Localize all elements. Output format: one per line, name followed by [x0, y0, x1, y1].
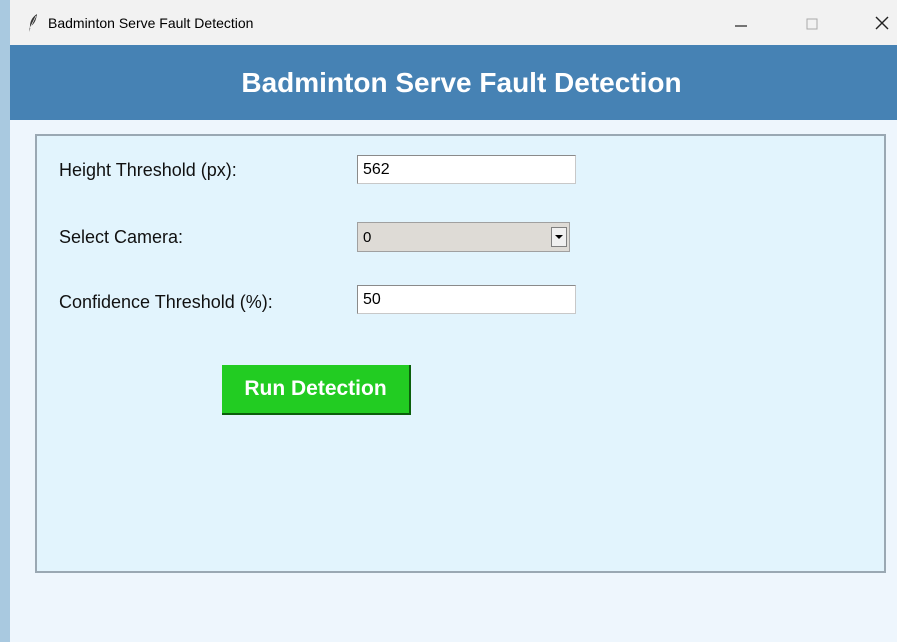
height-threshold-input[interactable] [357, 155, 576, 184]
maximize-button[interactable] [789, 0, 835, 45]
chevron-down-icon[interactable] [551, 227, 567, 247]
minimize-button[interactable] [718, 0, 764, 45]
camera-select-value: 0 [363, 228, 372, 246]
header-banner: Badminton Serve Fault Detection [10, 45, 897, 120]
confidence-threshold-input[interactable] [357, 285, 576, 314]
feather-icon [22, 13, 44, 33]
camera-label: Select Camera: [59, 227, 184, 247]
window-title: Badminton Serve Fault Detection [48, 14, 254, 31]
settings-panel: Height Threshold (px): Select Camera: 0 … [35, 134, 886, 573]
page-title: Badminton Serve Fault Detection [241, 66, 682, 98]
close-button[interactable] [859, 0, 897, 45]
minimize-icon [735, 24, 747, 27]
app-window: Badminton Serve Fault Detection Badminto… [10, 0, 897, 642]
maximize-icon [806, 18, 818, 29]
camera-select[interactable]: 0 [357, 222, 570, 252]
run-detection-button[interactable]: Run Detection [222, 365, 411, 415]
close-icon [875, 16, 889, 29]
confidence-threshold-label: Confidence Threshold (%): [59, 292, 273, 312]
height-threshold-label: Height Threshold (px): [59, 160, 237, 180]
title-bar: Badminton Serve Fault Detection [10, 0, 897, 45]
